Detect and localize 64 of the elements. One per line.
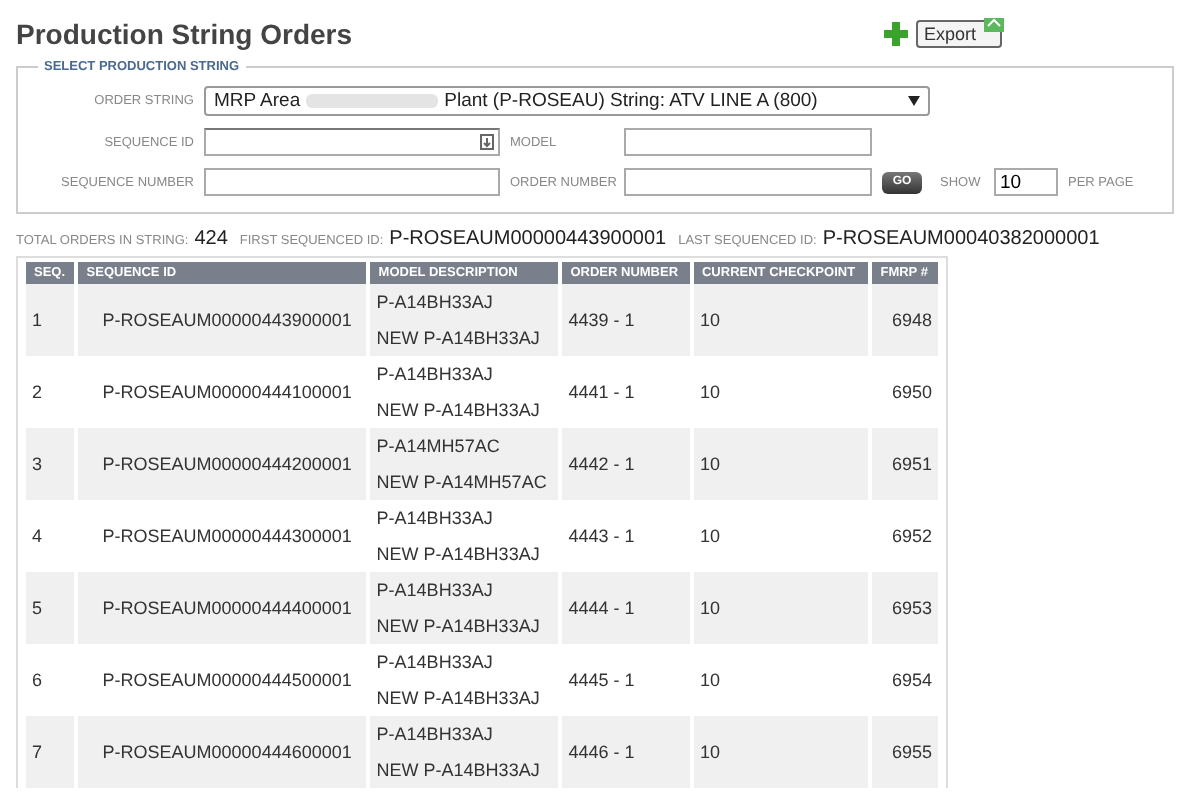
table-cell-text: 10 (697, 740, 722, 766)
order-string-select[interactable]: MRP Area Plant (P-ROSEAU) String: ATV LINE A (800) (204, 86, 930, 116)
export-icon (982, 16, 1006, 34)
table-cell-text: 4439 - 1 (566, 308, 637, 334)
table-cell-text: NEW P-A14BH33AJ (376, 326, 542, 352)
table-cell-text: NEW P-A14BH33AJ (376, 542, 542, 568)
table-cell-text: P-ROSEAUM00000443900001 (100, 308, 354, 334)
table-cell-text: 10 (697, 380, 722, 406)
table-cell-text: 7 (30, 740, 45, 766)
table-cell-text: 10 (697, 524, 722, 550)
summary-value: 424 (194, 228, 228, 250)
table-cell-text: 1 (30, 308, 45, 334)
plus-icon[interactable] (883, 22, 908, 46)
per-page-field[interactable]: 10 (994, 168, 1058, 196)
table-cell-text: 10 (697, 668, 722, 694)
table-cell-text: P-ROSEAUM00000444100001 (100, 380, 354, 406)
table-cell-text: P-A14MH57AC (376, 434, 502, 460)
table-cell-text: 6951 (889, 452, 934, 478)
table-cell-text: P-A14BH33AJ (376, 650, 495, 676)
table-cell-text: 4442 - 1 (566, 452, 637, 478)
table-cell-text: NEW P-A14BH33AJ (376, 758, 542, 784)
table-cell-text: 4443 - 1 (566, 524, 637, 550)
summary-value: P-ROSEAUM00040382000001 (822, 228, 1100, 250)
table-cell-text: P-ROSEAUM00000444600001 (100, 740, 354, 766)
table-cell-text: P-ROSEAUM00000444300001 (100, 524, 354, 550)
table-cell-text: 3 (30, 452, 45, 478)
table-cell-text: NEW P-A14BH33AJ (376, 686, 542, 712)
download-icon (480, 134, 494, 150)
table-cell-text: 6955 (889, 740, 934, 766)
order-number-field[interactable] (624, 168, 872, 196)
table-cell-text: 2 (30, 380, 45, 406)
table-cell-text: 6948 (889, 308, 934, 334)
table-cell-text: P-A14BH33AJ (376, 290, 495, 316)
table-cell-text: 6952 (889, 524, 934, 550)
table-cell-text: P-A14BH33AJ (376, 362, 495, 388)
sequence-number-field[interactable] (204, 168, 500, 196)
sequence-id-field[interactable] (204, 128, 500, 156)
table-cell-text: 4444 - 1 (566, 596, 637, 622)
table-cell-text: 5 (30, 596, 45, 622)
table-cell-text: NEW P-A14BH33AJ (376, 614, 542, 640)
table-cell-text: P-ROSEAUM00000444500001 (100, 668, 354, 694)
table-cell-text: P-A14BH33AJ (376, 578, 495, 604)
table-cell-text: 4445 - 1 (566, 668, 637, 694)
table-cell-text: 4 (30, 524, 45, 550)
table-cell-text: 6954 (889, 668, 934, 694)
table-cell-text: 10 (697, 452, 722, 478)
summary-value: P-ROSEAUM00000443900001 (389, 228, 667, 250)
table-cell-text: 6 (30, 668, 45, 694)
model-field[interactable] (624, 128, 872, 156)
table-cell-text: 10 (697, 596, 722, 622)
table-cell-text: NEW P-A14MH57AC (376, 470, 549, 496)
table-cell-text: P-ROSEAUM00000444400001 (100, 596, 354, 622)
table-cell-text: 6953 (889, 596, 934, 622)
caret-icon (908, 96, 920, 106)
export-button[interactable]: Export (915, 20, 1002, 48)
table-cell-text: 4446 - 1 (566, 740, 637, 766)
table-cell-text: P-A14BH33AJ (376, 506, 495, 532)
table-cell-text: 6950 (889, 380, 934, 406)
page-title: Production String Orders (16, 18, 353, 50)
table-cell-text: 4441 - 1 (566, 380, 637, 406)
table-cell-text: 10 (697, 308, 722, 334)
table-cell-text: NEW P-A14BH33AJ (376, 398, 542, 424)
table-cell-text: P-ROSEAUM00000444200001 (100, 452, 354, 478)
table-cell-text: P-A14BH33AJ (376, 722, 495, 748)
